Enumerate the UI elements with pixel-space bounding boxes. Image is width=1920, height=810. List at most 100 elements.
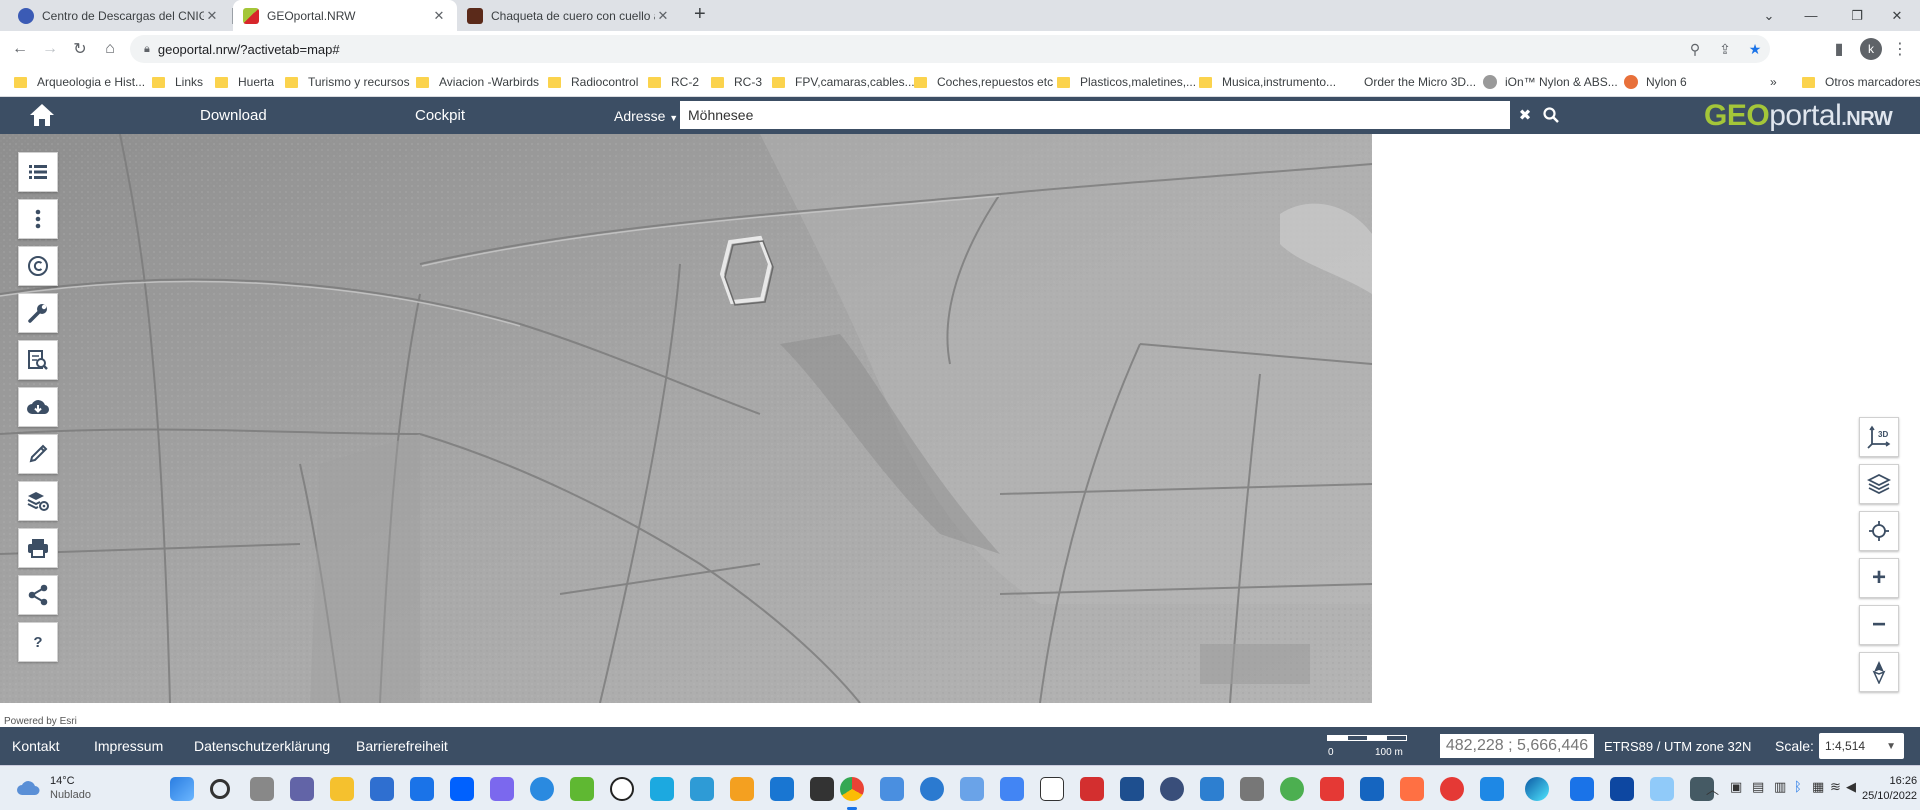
weather-widget[interactable]: 14°C Nublado <box>16 774 91 802</box>
file-explorer-icon[interactable] <box>330 777 354 801</box>
compass-button[interactable] <box>1859 652 1899 692</box>
location-pin-icon[interactable]: ⚲ <box>1680 41 1710 58</box>
tab-search-chevron-icon[interactable]: ⌄ <box>1746 0 1792 31</box>
help-button[interactable]: ? <box>18 622 58 662</box>
help-app-icon[interactable] <box>530 777 554 801</box>
bookmark-star-icon[interactable]: ★ <box>1740 41 1770 58</box>
bookmark-folder[interactable]: RC-2 <box>648 73 699 91</box>
start-icon[interactable] <box>170 777 194 801</box>
forward-arrow-icon[interactable]: → <box>38 37 62 61</box>
notes-icon[interactable] <box>1000 777 1024 801</box>
app-icon[interactable] <box>1040 777 1064 801</box>
home-icon[interactable]: ⌂ <box>98 37 122 61</box>
bookmark-folder[interactable]: Links <box>152 73 203 91</box>
bookmark-folder[interactable]: Arqueologia e Hist... <box>14 73 145 91</box>
window-close-icon[interactable]: ✕ <box>1874 0 1920 31</box>
close-icon[interactable]: ✕ <box>655 8 671 24</box>
bookmark-folder[interactable]: Plasticos,maletines,... <box>1057 73 1196 91</box>
bookmark-link[interactable]: iOn™ Nylon & ABS... <box>1483 73 1618 91</box>
close-icon[interactable]: ✕ <box>431 8 447 24</box>
zoom-in-button[interactable]: + <box>1859 558 1899 598</box>
app-icon[interactable] <box>920 777 944 801</box>
browser-tab-geoportal[interactable]: GEOportal.NRW ✕ <box>233 0 457 31</box>
chrome-icon[interactable] <box>840 777 864 801</box>
bookmark-folder[interactable]: Aviacion -Warbirds <box>416 73 539 91</box>
home-icon[interactable] <box>28 102 56 128</box>
tray-app-icon[interactable]: ▦ <box>1812 779 1824 795</box>
back-arrow-icon[interactable]: ← <box>8 37 32 61</box>
search-icon[interactable] <box>210 779 230 799</box>
layers-button[interactable] <box>1859 464 1899 504</box>
tray-app-icon[interactable]: ▣ <box>1730 779 1742 795</box>
bookmark-link[interactable]: Nylon 6 <box>1624 73 1687 91</box>
browser-tab-chaqueta[interactable]: Chaqueta de cuero con cuello alt ✕ <box>457 0 681 31</box>
volume-icon[interactable]: ◀ <box>1846 779 1856 795</box>
minimize-icon[interactable]: — <box>1788 0 1834 31</box>
tools-button[interactable] <box>18 293 58 333</box>
search-documents-button[interactable] <box>18 340 58 380</box>
search-mode-dropdown[interactable]: Adresse ▼ <box>614 108 678 124</box>
app-icon[interactable] <box>1440 777 1464 801</box>
bookmark-folder[interactable]: Radiocontrol <box>548 73 638 91</box>
profile-avatar[interactable]: k <box>1860 38 1882 60</box>
nvidia-icon[interactable] <box>570 777 594 801</box>
bookmarks-overflow-button[interactable]: » <box>1770 73 1777 91</box>
app-icon[interactable] <box>770 777 794 801</box>
app-icon[interactable] <box>1570 777 1594 801</box>
bluetooth-icon[interactable]: ᛒ <box>1794 779 1802 794</box>
tray-app-icon[interactable]: ▥ <box>1774 779 1786 795</box>
app-icon[interactable] <box>650 777 674 801</box>
footer-link-impressum[interactable]: Impressum <box>94 738 163 754</box>
task-view-icon[interactable] <box>250 777 274 801</box>
app-icon[interactable] <box>1610 777 1634 801</box>
edge-icon[interactable] <box>1525 777 1549 801</box>
bookmark-folder[interactable]: Huerta <box>215 73 274 91</box>
layer-list-button[interactable] <box>18 152 58 192</box>
browser-tab-cnig[interactable]: Centro de Descargas del CNIG (I ✕ <box>8 0 230 31</box>
hillshade-relief-map[interactable] <box>0 134 1372 703</box>
side-panel-icon[interactable]: ▮ <box>1827 37 1851 61</box>
nav-cockpit-link[interactable]: Cockpit <box>415 107 465 124</box>
close-icon[interactable]: ✕ <box>204 8 220 24</box>
draw-button[interactable] <box>18 434 58 474</box>
bookmark-folder[interactable]: Coches,repuestos etc <box>914 73 1053 91</box>
dropbox-icon[interactable] <box>450 777 474 801</box>
layer-settings-button[interactable] <box>18 481 58 521</box>
app-icon[interactable] <box>1120 777 1144 801</box>
footer-link-datenschutz[interactable]: Datenschutzerklärung <box>194 738 330 754</box>
new-tab-button[interactable]: + <box>694 3 706 26</box>
app-icon[interactable] <box>1480 777 1504 801</box>
media-player-icon[interactable] <box>730 777 754 801</box>
address-bar[interactable]: 🔒︎ geoportal.nrw/?activetab=map# ⚲ ⇪ ★ <box>130 35 1770 63</box>
app-icon[interactable] <box>1650 777 1674 801</box>
bookmark-link[interactable]: Order the Micro 3D... <box>1364 73 1476 91</box>
nav-download-link[interactable]: Download <box>200 107 267 124</box>
app-icon[interactable] <box>1160 777 1184 801</box>
scale-select[interactable]: 1:4,514 ▼ <box>1819 733 1904 759</box>
photos-icon[interactable] <box>1200 777 1224 801</box>
map-canvas[interactable]: ? <box>0 134 1372 703</box>
footer-link-barrierefreiheit[interactable]: Barrierefreiheit <box>356 738 448 754</box>
app-icon[interactable] <box>490 777 514 801</box>
pdf-icon[interactable] <box>1080 777 1104 801</box>
locate-button[interactable] <box>1859 511 1899 551</box>
app-icon[interactable] <box>1280 777 1304 801</box>
app-icon[interactable] <box>810 777 834 801</box>
search-icon[interactable] <box>1542 106 1560 124</box>
bookmark-folder[interactable]: Musica,instrumento... <box>1199 73 1336 91</box>
zoom-out-button[interactable]: − <box>1859 605 1899 645</box>
3d-view-button[interactable]: 3D <box>1859 417 1899 457</box>
app-icon[interactable] <box>1400 777 1424 801</box>
bookmark-folder[interactable]: RC-3 <box>711 73 762 91</box>
store-icon[interactable] <box>370 777 394 801</box>
teams-icon[interactable] <box>290 777 314 801</box>
b-app-icon[interactable] <box>610 777 634 801</box>
tray-app-icon[interactable]: ▤ <box>1752 779 1764 795</box>
copyright-button[interactable] <box>18 246 58 286</box>
clear-search-icon[interactable]: ✖ <box>1516 106 1534 124</box>
system-clock[interactable]: 16:26 25/10/2022 <box>1862 774 1917 804</box>
app-icon[interactable] <box>960 777 984 801</box>
mail-icon[interactable] <box>410 777 434 801</box>
music-app-icon[interactable] <box>880 777 904 801</box>
share-page-icon[interactable]: ⇪ <box>1710 41 1740 58</box>
